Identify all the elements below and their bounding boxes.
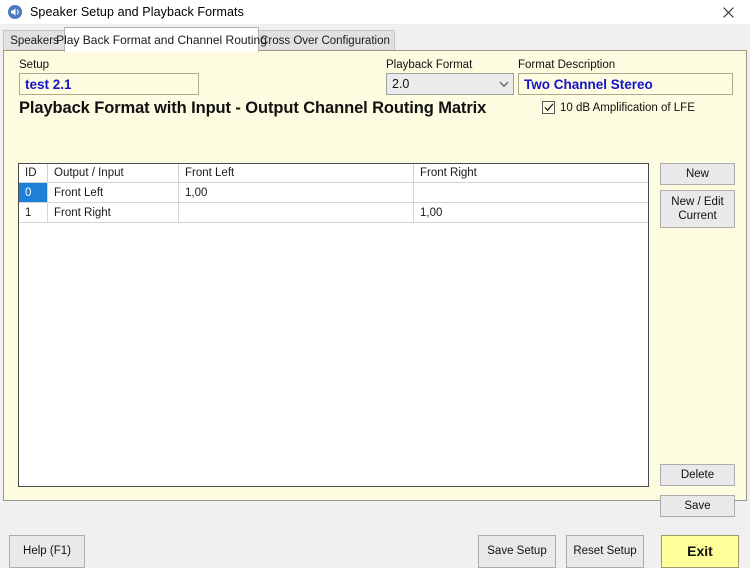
exit-button[interactable]: Exit — [661, 535, 739, 568]
cell-front-right[interactable] — [414, 183, 648, 202]
save-button[interactable]: Save — [660, 495, 735, 517]
cell-front-right[interactable]: 1,00 — [414, 203, 648, 222]
lfe-amplification-label: 10 dB Amplification of LFE — [560, 101, 695, 114]
speaker-icon — [7, 4, 23, 20]
playback-format-label: Playback Format — [386, 59, 473, 71]
cell-output[interactable]: Front Left — [48, 183, 179, 202]
format-description-label: Format Description — [518, 59, 616, 71]
cell-front-left[interactable] — [179, 203, 414, 222]
bottom-button-bar: Help (F1) Save Setup Reset Setup Exit — [0, 502, 750, 568]
reset-setup-button[interactable]: Reset Setup — [566, 535, 644, 568]
column-header-output-input[interactable]: Output / Input — [48, 164, 179, 182]
cell-front-left[interactable]: 1,00 — [179, 183, 414, 202]
tab-play-back-format-and-channel-routing[interactable]: Play Back Format and Channel Routing — [56, 27, 267, 52]
new-button[interactable]: New — [660, 163, 735, 185]
column-header-front-right[interactable]: Front Right — [414, 164, 648, 182]
chevron-down-icon — [495, 81, 513, 88]
column-header-id[interactable]: ID — [19, 164, 48, 182]
lfe-amplification-row[interactable]: 10 dB Amplification of LFE — [542, 101, 695, 114]
new-edit-current-button[interactable]: New / Edit Current — [660, 190, 735, 228]
table-row[interactable]: 1 Front Right 1,00 — [19, 203, 648, 223]
matrix-heading: Playback Format with Input - Output Chan… — [19, 99, 487, 117]
table-row[interactable]: 0 Front Left 1,00 — [19, 183, 648, 203]
routing-matrix-table[interactable]: ID Output / Input Front Left Front Right… — [18, 163, 649, 487]
window-title: Speaker Setup and Playback Formats — [30, 5, 244, 19]
cell-id[interactable]: 0 — [19, 183, 48, 202]
client-area: Speakers Play Back Format and Channel Ro… — [0, 24, 750, 568]
setup-input[interactable]: test 2.1 — [19, 73, 199, 95]
cell-id[interactable]: 1 — [19, 203, 48, 222]
save-setup-button[interactable]: Save Setup — [478, 535, 556, 568]
cell-output[interactable]: Front Right — [48, 203, 179, 222]
playback-format-value: 2.0 — [392, 77, 410, 91]
playback-format-panel: Setup test 2.1 Playback Format 2.0 Forma… — [3, 50, 747, 517]
matrix-header-row: ID Output / Input Front Left Front Right — [19, 164, 648, 183]
playback-format-select[interactable]: 2.0 — [386, 73, 514, 95]
help-button[interactable]: Help (F1) — [9, 535, 85, 568]
title-bar: Speaker Setup and Playback Formats — [0, 0, 750, 24]
close-icon[interactable] — [706, 0, 750, 24]
tab-cross-over-configuration[interactable]: Cross Over Configuration — [255, 30, 395, 51]
column-header-front-left[interactable]: Front Left — [179, 164, 414, 182]
tab-strip: Speakers Play Back Format and Channel Ro… — [3, 27, 747, 52]
delete-button[interactable]: Delete — [660, 464, 735, 486]
format-description-input[interactable]: Two Channel Stereo — [518, 73, 733, 95]
lfe-amplification-checkbox[interactable] — [542, 101, 555, 114]
setup-label: Setup — [19, 59, 50, 71]
